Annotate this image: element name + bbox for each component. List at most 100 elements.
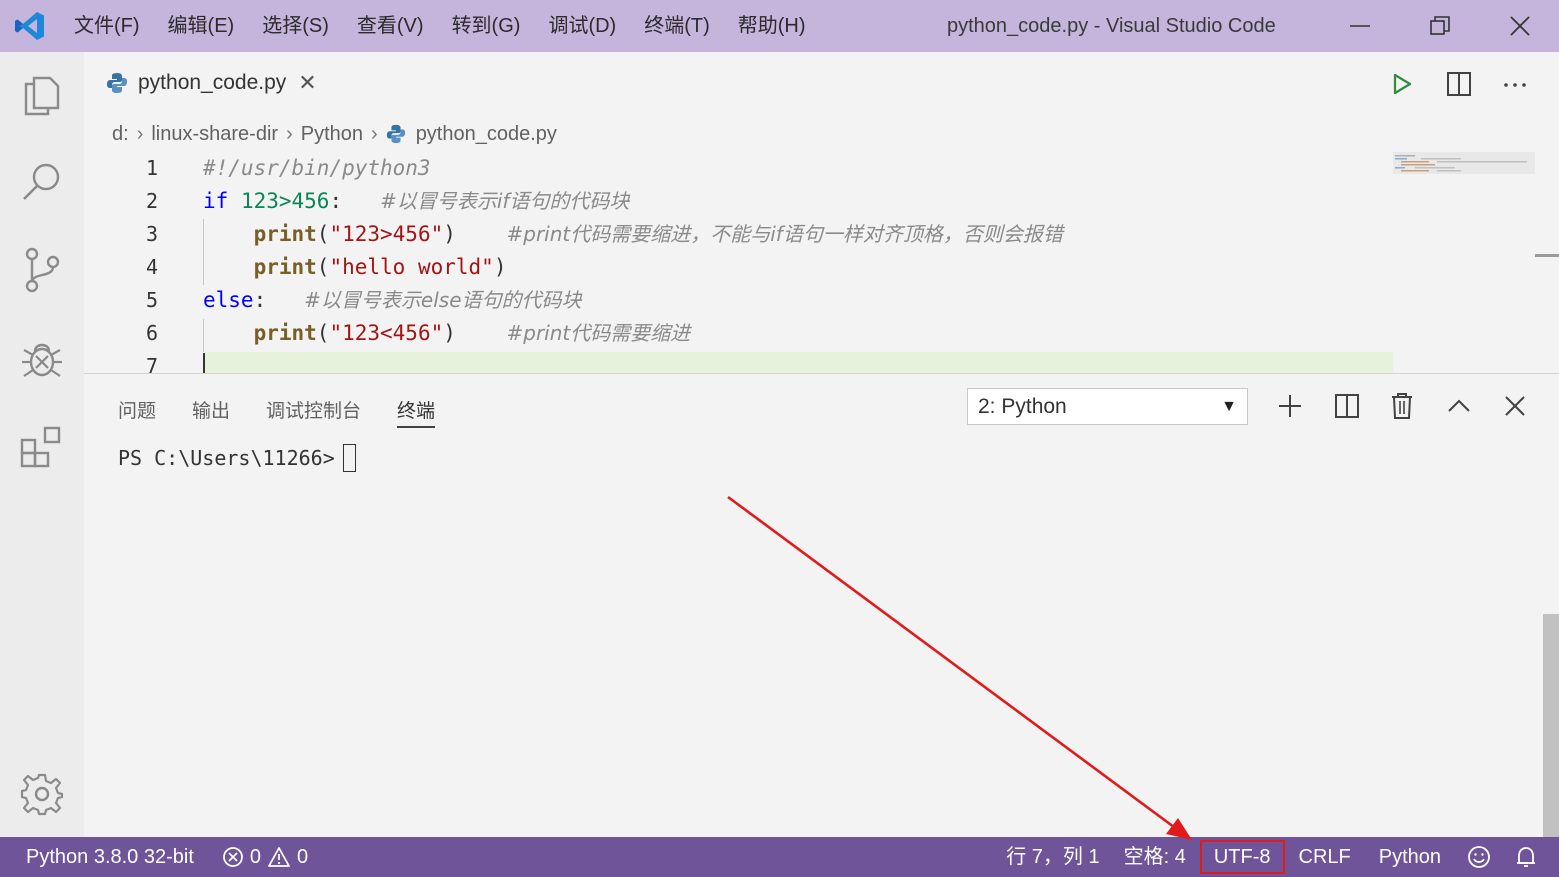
warning-icon	[268, 847, 290, 867]
code-line[interactable]: 5 else: #以冒号表示else语句的代码块	[84, 284, 1394, 317]
bell-icon	[1517, 847, 1535, 867]
feedback-button[interactable]	[1453, 837, 1505, 877]
line-number: 1	[145, 156, 158, 180]
code-line[interactable]: 4 print("hello world")	[84, 251, 1394, 284]
split-editor-icon	[1447, 72, 1471, 96]
more-actions-button[interactable]	[1497, 66, 1533, 102]
menu-file[interactable]: 文件(F)	[60, 0, 154, 52]
title-bar: 文件(F) 编辑(E) 选择(S) 查看(V) 转到(G) 调试(D) 终端(T…	[0, 0, 1559, 52]
close-icon	[1510, 16, 1530, 36]
split-editor-button[interactable]	[1441, 66, 1477, 102]
menu-help[interactable]: 帮助(H)	[724, 0, 820, 52]
tab-terminal[interactable]: 终端	[397, 396, 436, 428]
panel-tab-bar: 问题 输出 调试控制台 终端	[118, 396, 471, 428]
breadcrumb-file[interactable]: python_code.py	[416, 123, 557, 146]
activity-bar	[0, 52, 84, 837]
code-line[interactable]: 2 if 123>456: #以冒号表示if语句的代码块	[84, 185, 1394, 218]
notifications-button[interactable]	[1505, 837, 1547, 877]
menu-view[interactable]: 查看(V)	[343, 0, 438, 52]
code-line[interactable]: 6 print("123<456") #print代码需要缩进	[84, 317, 1394, 350]
terminal-scrollbar-thumb[interactable]	[1543, 614, 1559, 838]
python-file-icon	[107, 73, 127, 93]
code-line[interactable]: 1 #!/usr/bin/python3	[84, 152, 1394, 185]
code-line[interactable]: 7	[84, 350, 1394, 373]
close-icon	[1505, 396, 1525, 416]
menu-go[interactable]: 转到(G)	[438, 0, 535, 52]
split-terminal-icon	[1335, 394, 1359, 418]
menu-terminal[interactable]: 终端(T)	[630, 0, 724, 52]
status-problems[interactable]: 0 0	[210, 837, 320, 877]
tab-problems[interactable]: 问题	[118, 396, 156, 428]
close-panel-button[interactable]	[1497, 388, 1533, 424]
vscode-logo-icon	[0, 0, 60, 52]
line-number: 4	[145, 255, 158, 279]
status-python-interpreter[interactable]: Python 3.8.0 32-bit	[0, 837, 206, 877]
breadcrumb-separator-icon: ›	[136, 122, 144, 145]
restore-icon	[1430, 16, 1450, 35]
code-text: if 123>456: #以冒号表示if语句的代码块	[203, 189, 630, 213]
tab-output[interactable]: 输出	[192, 396, 230, 428]
terminal-instance-select[interactable]: 2: Python ▼	[967, 388, 1248, 425]
menu-selection[interactable]: 选择(S)	[248, 0, 343, 52]
trash-icon	[1392, 393, 1412, 419]
minimize-icon	[1350, 25, 1370, 27]
tab-close-icon[interactable]: ✕	[298, 70, 316, 96]
status-cursor-position[interactable]: 行 7，列 1	[994, 837, 1111, 877]
minimap[interactable]	[1393, 152, 1535, 373]
debug-icon[interactable]	[0, 328, 84, 388]
status-language-mode[interactable]: Python	[1363, 837, 1453, 877]
terminal-output[interactable]: PS C:\Users\11266>	[118, 444, 356, 472]
menu-bar: 文件(F) 编辑(E) 选择(S) 查看(V) 转到(G) 调试(D) 终端(T…	[60, 0, 820, 52]
breadcrumb-separator-icon: ›	[286, 122, 293, 145]
editor-tab-bar: python_code.py ✕	[84, 52, 1559, 114]
status-indentation[interactable]: 空格: 4	[1112, 837, 1198, 877]
status-bar: Python 3.8.0 32-bit 0 0 行 7，列 1 空格: 4 UT…	[0, 837, 1559, 877]
line-number: 5	[145, 288, 158, 312]
scroll-position-marker	[1535, 254, 1559, 257]
split-terminal-button[interactable]	[1329, 388, 1365, 424]
tab-python-code[interactable]: python_code.py ✕	[84, 52, 346, 114]
restore-button[interactable]	[1410, 0, 1470, 52]
dropdown-arrow-icon: ▼	[1221, 397, 1237, 415]
code-text: else: #以冒号表示else语句的代码块	[203, 288, 582, 312]
bottom-panel: 问题 输出 调试控制台 终端 2: Python ▼ PS C:\Users\1…	[84, 373, 1559, 838]
window-title: python_code.py - Visual Studio Code	[947, 15, 1276, 37]
source-control-icon[interactable]	[0, 240, 84, 300]
breadcrumb-drive[interactable]: d:	[112, 123, 129, 146]
breadcrumb-folder-linux-share-dir[interactable]: linux-share-dir	[151, 123, 278, 146]
line-number: 7	[145, 354, 158, 373]
extensions-icon[interactable]	[0, 416, 84, 476]
maximize-panel-button[interactable]	[1441, 388, 1477, 424]
status-encoding[interactable]: UTF-8	[1199, 840, 1285, 874]
kill-terminal-button[interactable]	[1384, 388, 1420, 424]
line-number: 2	[145, 189, 158, 213]
text-cursor	[203, 353, 205, 373]
minimize-button[interactable]	[1330, 0, 1390, 52]
code-editor[interactable]: 1 #!/usr/bin/python3 2 if 123>456: #以冒号表…	[84, 152, 1559, 373]
status-bar-right: 行 7，列 1 空格: 4 UTF-8 CRLF Python	[994, 837, 1547, 877]
search-icon[interactable]	[0, 152, 84, 212]
code-text: print("123<456") #print代码需要缩进	[253, 321, 691, 345]
line-number: 3	[145, 222, 158, 246]
line-number: 6	[145, 321, 158, 345]
menu-edit[interactable]: 编辑(E)	[154, 0, 249, 52]
terminal-select-value: 2: Python	[978, 394, 1067, 418]
close-window-button[interactable]	[1490, 0, 1550, 52]
plus-icon	[1279, 395, 1301, 417]
breadcrumb: d: › linux-share-dir › Python › python_c…	[112, 118, 557, 150]
tab-label: python_code.py	[138, 71, 287, 94]
run-button[interactable]	[1384, 66, 1420, 102]
code-line[interactable]: 3 print("123>456") #print代码需要缩进，不能与if语句一…	[84, 218, 1394, 251]
new-terminal-button[interactable]	[1272, 388, 1308, 424]
breadcrumb-folder-python[interactable]: Python	[301, 123, 363, 146]
breadcrumb-separator-icon: ›	[371, 122, 378, 145]
chevron-up-icon	[1448, 399, 1470, 412]
editor-vertical-scrollbar[interactable]	[1535, 152, 1559, 373]
explorer-icon[interactable]	[0, 66, 84, 126]
settings-gear-icon[interactable]	[0, 764, 84, 824]
error-count: 0	[249, 846, 262, 868]
menu-debug[interactable]: 调试(D)	[534, 0, 630, 52]
tab-debug-console[interactable]: 调试控制台	[266, 396, 361, 428]
status-eol[interactable]: CRLF	[1287, 837, 1363, 877]
code-text: print("123>456") #print代码需要缩进，不能与if语句一样对…	[253, 222, 1063, 246]
